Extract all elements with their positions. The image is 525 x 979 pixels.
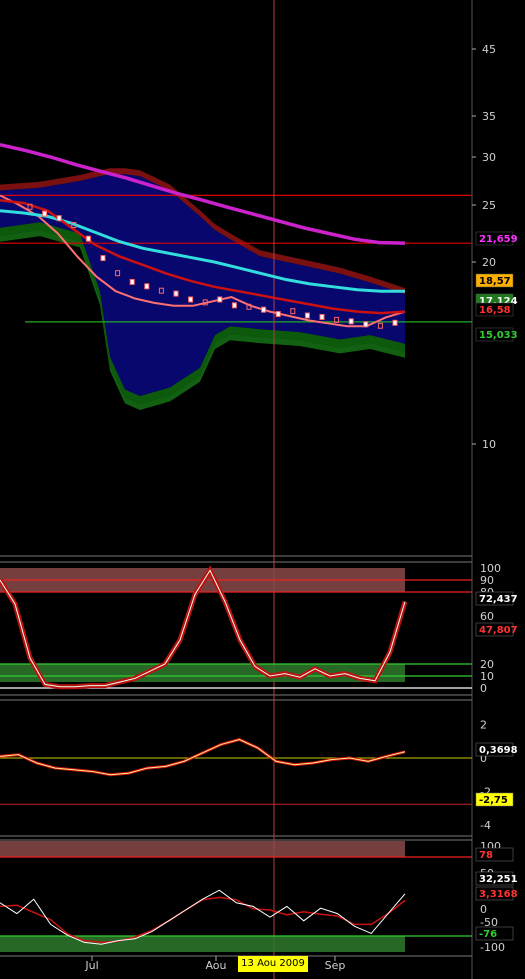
cci-value-label: -76	[479, 929, 497, 940]
candle	[348, 318, 354, 325]
stoch-tick-label: 0	[480, 682, 487, 695]
main-value-label: 21,659	[479, 234, 518, 245]
candle	[261, 306, 267, 313]
month-label: Sep	[325, 959, 346, 972]
candle	[392, 319, 398, 326]
main-tick-label: 45	[482, 43, 496, 56]
osc-value-label: 0,3698	[479, 745, 518, 756]
candle	[188, 296, 194, 303]
main-tick-label: 35	[482, 110, 496, 123]
candle	[275, 311, 281, 318]
cci-value-label: 32,251	[479, 874, 518, 885]
candle	[100, 255, 106, 262]
candle	[173, 290, 179, 297]
month-label: Aou	[205, 959, 226, 972]
cci-value-label: 3,3168	[479, 889, 518, 900]
osc-tick-label: -4	[480, 819, 491, 832]
candle	[304, 312, 310, 319]
stoch-value-label: 47,807	[479, 625, 518, 636]
main-value-label: 18,57	[479, 276, 511, 287]
cci-tick-label: -100	[480, 941, 505, 954]
month-label: Jul	[84, 959, 98, 972]
candle	[56, 215, 62, 222]
cursor-date-label: 13 Aou 2009	[238, 956, 308, 972]
cci-value-label: 78	[479, 850, 493, 861]
main-tick-label: 10	[482, 438, 496, 451]
candle	[85, 235, 91, 242]
candle	[217, 296, 223, 303]
main-tick-label: 30	[482, 151, 496, 164]
osc-tick-label: 2	[480, 718, 487, 731]
candle	[129, 278, 135, 285]
candle	[363, 321, 369, 328]
cci-tick-label: 0	[480, 903, 487, 916]
osc-signal-line	[0, 737, 406, 777]
osc-value-label: -2,75	[479, 795, 508, 806]
stoch-tick-label: 60	[480, 610, 494, 623]
stoch-value-label: 72,437	[479, 594, 518, 605]
candle	[319, 313, 325, 320]
main-value-label: 15,033	[479, 330, 518, 341]
main-value-label: 16,58	[479, 305, 511, 316]
stock-chart: 45353025201021,65918,5717,12416,5815,033…	[0, 0, 518, 979]
candle	[42, 210, 48, 217]
candle	[231, 302, 237, 309]
candle	[144, 283, 150, 290]
cci-upper-zone	[0, 841, 405, 857]
main-tick-label: 25	[482, 199, 496, 212]
cci-lower-zone	[0, 936, 405, 952]
main-tick-label: 20	[482, 256, 496, 269]
